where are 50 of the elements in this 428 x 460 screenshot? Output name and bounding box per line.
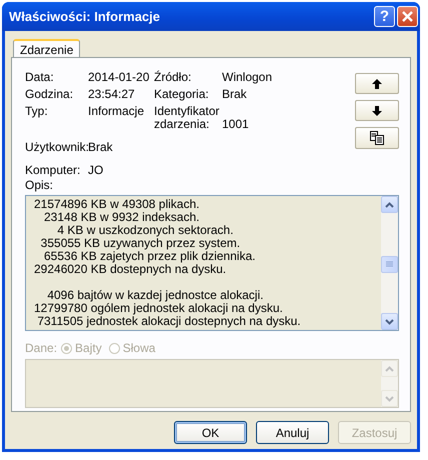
field-value: 23:54:27 <box>88 88 136 101</box>
field-value: Informacje <box>88 105 146 120</box>
data-label: Dane: <box>25 341 58 355</box>
field-label: Identyfikator zdarzenia: <box>154 105 220 131</box>
field-label: Opis: <box>25 179 54 192</box>
field-value: 2014-01-20 <box>88 71 150 84</box>
field-value: Brak <box>88 141 114 154</box>
chevron-down-icon <box>385 318 394 324</box>
down-arrow-icon <box>372 106 382 116</box>
close-icon <box>401 10 414 23</box>
chevron-up-icon <box>385 202 394 208</box>
copy-button[interactable] <box>355 127 399 149</box>
help-button[interactable]: ? <box>374 6 395 27</box>
description-box[interactable] <box>25 195 399 331</box>
dialog-button[interactable]: Anuluj <box>256 421 329 444</box>
description-line: 23148 KB w 9932 indeksach. <box>43 211 200 224</box>
description-line: 4 KB w uszkodzonych sektorach. <box>56 224 234 237</box>
field-label: Typ: <box>25 105 49 120</box>
field-value: Brak <box>222 88 248 101</box>
previous-button[interactable] <box>355 73 399 94</box>
description-line: 29246020 KB dostepnych na dysku. <box>34 263 228 276</box>
scrollbar[interactable] <box>381 196 398 330</box>
scroll-thumb[interactable] <box>381 256 398 273</box>
scroll-up-button[interactable] <box>381 196 398 213</box>
grip-icon <box>386 261 393 268</box>
next-button[interactable] <box>355 100 399 121</box>
field-label: Data: <box>25 71 55 84</box>
copy-icon <box>370 131 384 145</box>
field-label: Komputer: <box>25 164 82 177</box>
field-label: Godzina: <box>25 88 74 101</box>
dialog-button[interactable]: OK <box>174 421 247 444</box>
field-value: JO <box>88 164 104 177</box>
description-line: 65536 KB zajetych przez plik dziennika. <box>43 250 256 263</box>
chevron-up-icon <box>385 366 394 372</box>
description-line: 12799780 ogólem jednostek alokacji na dysku. <box>34 302 284 315</box>
close-button[interactable] <box>397 6 418 27</box>
field-value: Winlogon <box>222 71 274 84</box>
description-line: 4096 bajtów w kazdej jednostce alokacji. <box>46 289 264 302</box>
description-line: 7311505 jednostek alokacji dostepnych na dysku. <box>36 315 302 328</box>
tab[interactable]: Zdarzenie <box>13 39 80 57</box>
field-label: Źródło: <box>154 71 192 84</box>
scroll-down-button[interactable] <box>381 313 398 330</box>
field-value: 1001 <box>222 118 250 131</box>
up-arrow-icon <box>372 78 382 88</box>
description-line: 355055 KB uzywanych przez system. <box>40 237 242 250</box>
window-title: Właściwości: Informacje <box>8 9 160 24</box>
field-label: Kategoria: <box>154 88 210 101</box>
description-line: 21574896 KB w 49308 plikach. <box>34 198 200 211</box>
chevron-down-icon <box>385 396 394 402</box>
field-label: Użytkownik: <box>25 141 88 154</box>
